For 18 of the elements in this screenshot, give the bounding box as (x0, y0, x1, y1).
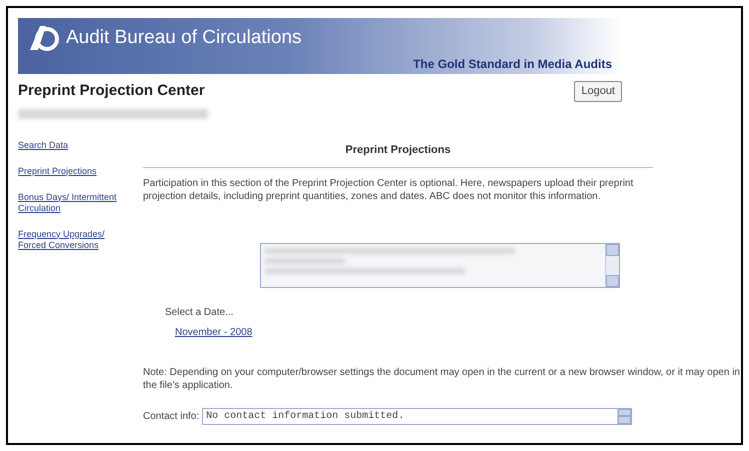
contact-field[interactable]: No contact information submitted. (202, 408, 632, 424)
date-link[interactable]: November - 2008 (175, 324, 252, 340)
scrollbar-drawing (617, 408, 632, 424)
list-box[interactable] (260, 242, 620, 288)
page-title: Preprint Projection Center (18, 81, 205, 101)
scrollbar-drawing (605, 244, 619, 286)
sidebar-link[interactable]: Frequency Upgrades/ Forced Conversions (18, 228, 128, 250)
sidebar-link[interactable]: Preprint Projections (18, 166, 128, 176)
sidebar-link[interactable]: Bonus Days/ Intermittent Circulation (18, 192, 128, 214)
intro-paragraph: Participation in this section of the Preprint Projection Center is optional. Here, newspapers upload their preprint projection details, including preprint quantities, zones and dates. ABC does not monitor this information. (143, 176, 634, 202)
logout-button[interactable]: Logout (574, 81, 622, 102)
select-date-label: Select a Date... (165, 306, 234, 320)
banner-title: Audit Bureau of Circulations (66, 28, 302, 46)
banner-tagline: The Gold Standard in Media Audits (413, 58, 612, 70)
sidebar-link[interactable]: Search Data (18, 140, 128, 150)
contact-label: Contact info: (143, 410, 200, 424)
note-paragraph: Note: Depending on your computer/browser settings the document may open in the current or a new browser window, or it may open in the file's application. (143, 366, 741, 392)
section-heading: Preprint Projections (345, 144, 451, 156)
